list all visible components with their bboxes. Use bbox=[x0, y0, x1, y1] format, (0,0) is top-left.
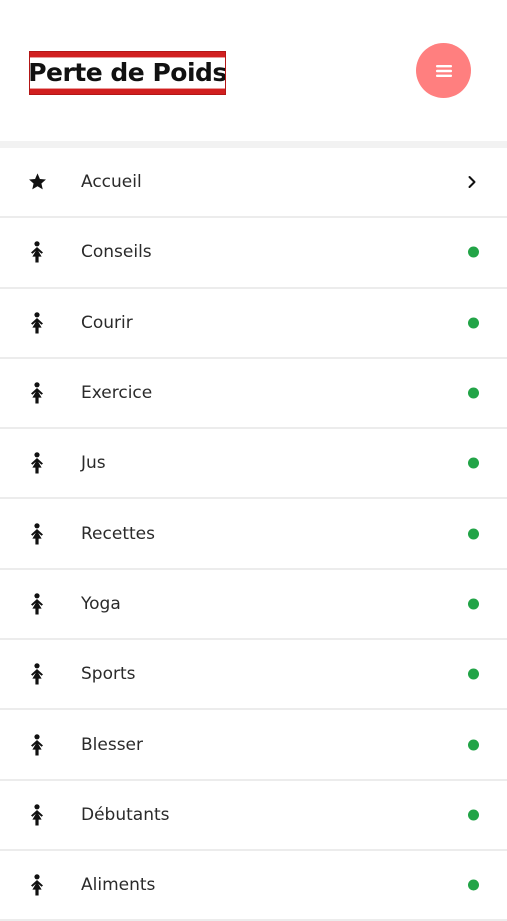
status-dot bbox=[468, 457, 479, 469]
status-dot bbox=[468, 246, 479, 258]
person-icon bbox=[27, 804, 47, 826]
nav-item-jus[interactable]: Jus bbox=[0, 429, 507, 500]
person-icon bbox=[27, 452, 47, 474]
header-separator bbox=[0, 141, 507, 148]
logo-text: Perte de Poids bbox=[30, 58, 225, 88]
nav-item-label: Courir bbox=[81, 312, 133, 333]
nav-item-label: Recettes bbox=[81, 523, 155, 544]
nav-item-accueil[interactable]: Accueil bbox=[0, 148, 507, 219]
nav-item-yoga[interactable]: Yoga bbox=[0, 569, 507, 641]
status-dot bbox=[468, 739, 479, 751]
nav-item-conseils[interactable]: Conseils bbox=[0, 218, 507, 289]
status-dot bbox=[468, 528, 479, 540]
person-icon bbox=[27, 663, 47, 685]
site-header: Perte de Poids bbox=[0, 0, 507, 141]
status-dot bbox=[468, 668, 479, 680]
nav-item-label: Accueil bbox=[81, 172, 142, 193]
nav-item-recettes[interactable]: Recettes bbox=[0, 499, 507, 570]
nav-item-exercice[interactable]: Exercice bbox=[0, 358, 507, 430]
site-logo[interactable]: Perte de Poids bbox=[29, 51, 226, 95]
status-dot bbox=[468, 317, 479, 329]
person-icon bbox=[27, 522, 47, 545]
status-dot bbox=[468, 879, 479, 891]
person-icon bbox=[27, 382, 47, 404]
nav-item-aliments[interactable]: Aliments bbox=[0, 850, 507, 921]
nav-item-debutants[interactable]: Débutants bbox=[0, 780, 507, 851]
nav-item-label: Jus bbox=[81, 453, 106, 474]
status-dot bbox=[468, 809, 479, 821]
nav-item-label: Exercice bbox=[81, 383, 153, 404]
hamburger-icon bbox=[435, 64, 452, 77]
person-icon bbox=[27, 241, 47, 263]
nav-item-label: Débutants bbox=[81, 804, 170, 825]
nav-item-label: Conseils bbox=[81, 242, 152, 263]
status-dot bbox=[468, 598, 479, 610]
nav-menu: Accueil Conseils Courir Exercice Jus Rec… bbox=[0, 148, 507, 921]
nav-item-label: Yoga bbox=[81, 593, 121, 614]
person-icon bbox=[27, 733, 47, 756]
nav-item-label: Aliments bbox=[81, 875, 156, 896]
nav-item-sports[interactable]: Sports bbox=[0, 640, 507, 711]
nav-item-blesser[interactable]: Blesser bbox=[0, 710, 507, 781]
star-icon bbox=[27, 171, 47, 193]
nav-item-courir[interactable]: Courir bbox=[0, 288, 507, 359]
menu-toggle-button[interactable] bbox=[416, 43, 471, 98]
person-icon bbox=[27, 593, 47, 615]
person-icon bbox=[27, 311, 47, 334]
person-icon bbox=[27, 874, 47, 896]
status-dot bbox=[468, 387, 479, 399]
nav-item-label: Sports bbox=[81, 664, 136, 685]
nav-item-label: Blesser bbox=[81, 734, 144, 755]
chevron-right-icon bbox=[467, 175, 477, 189]
